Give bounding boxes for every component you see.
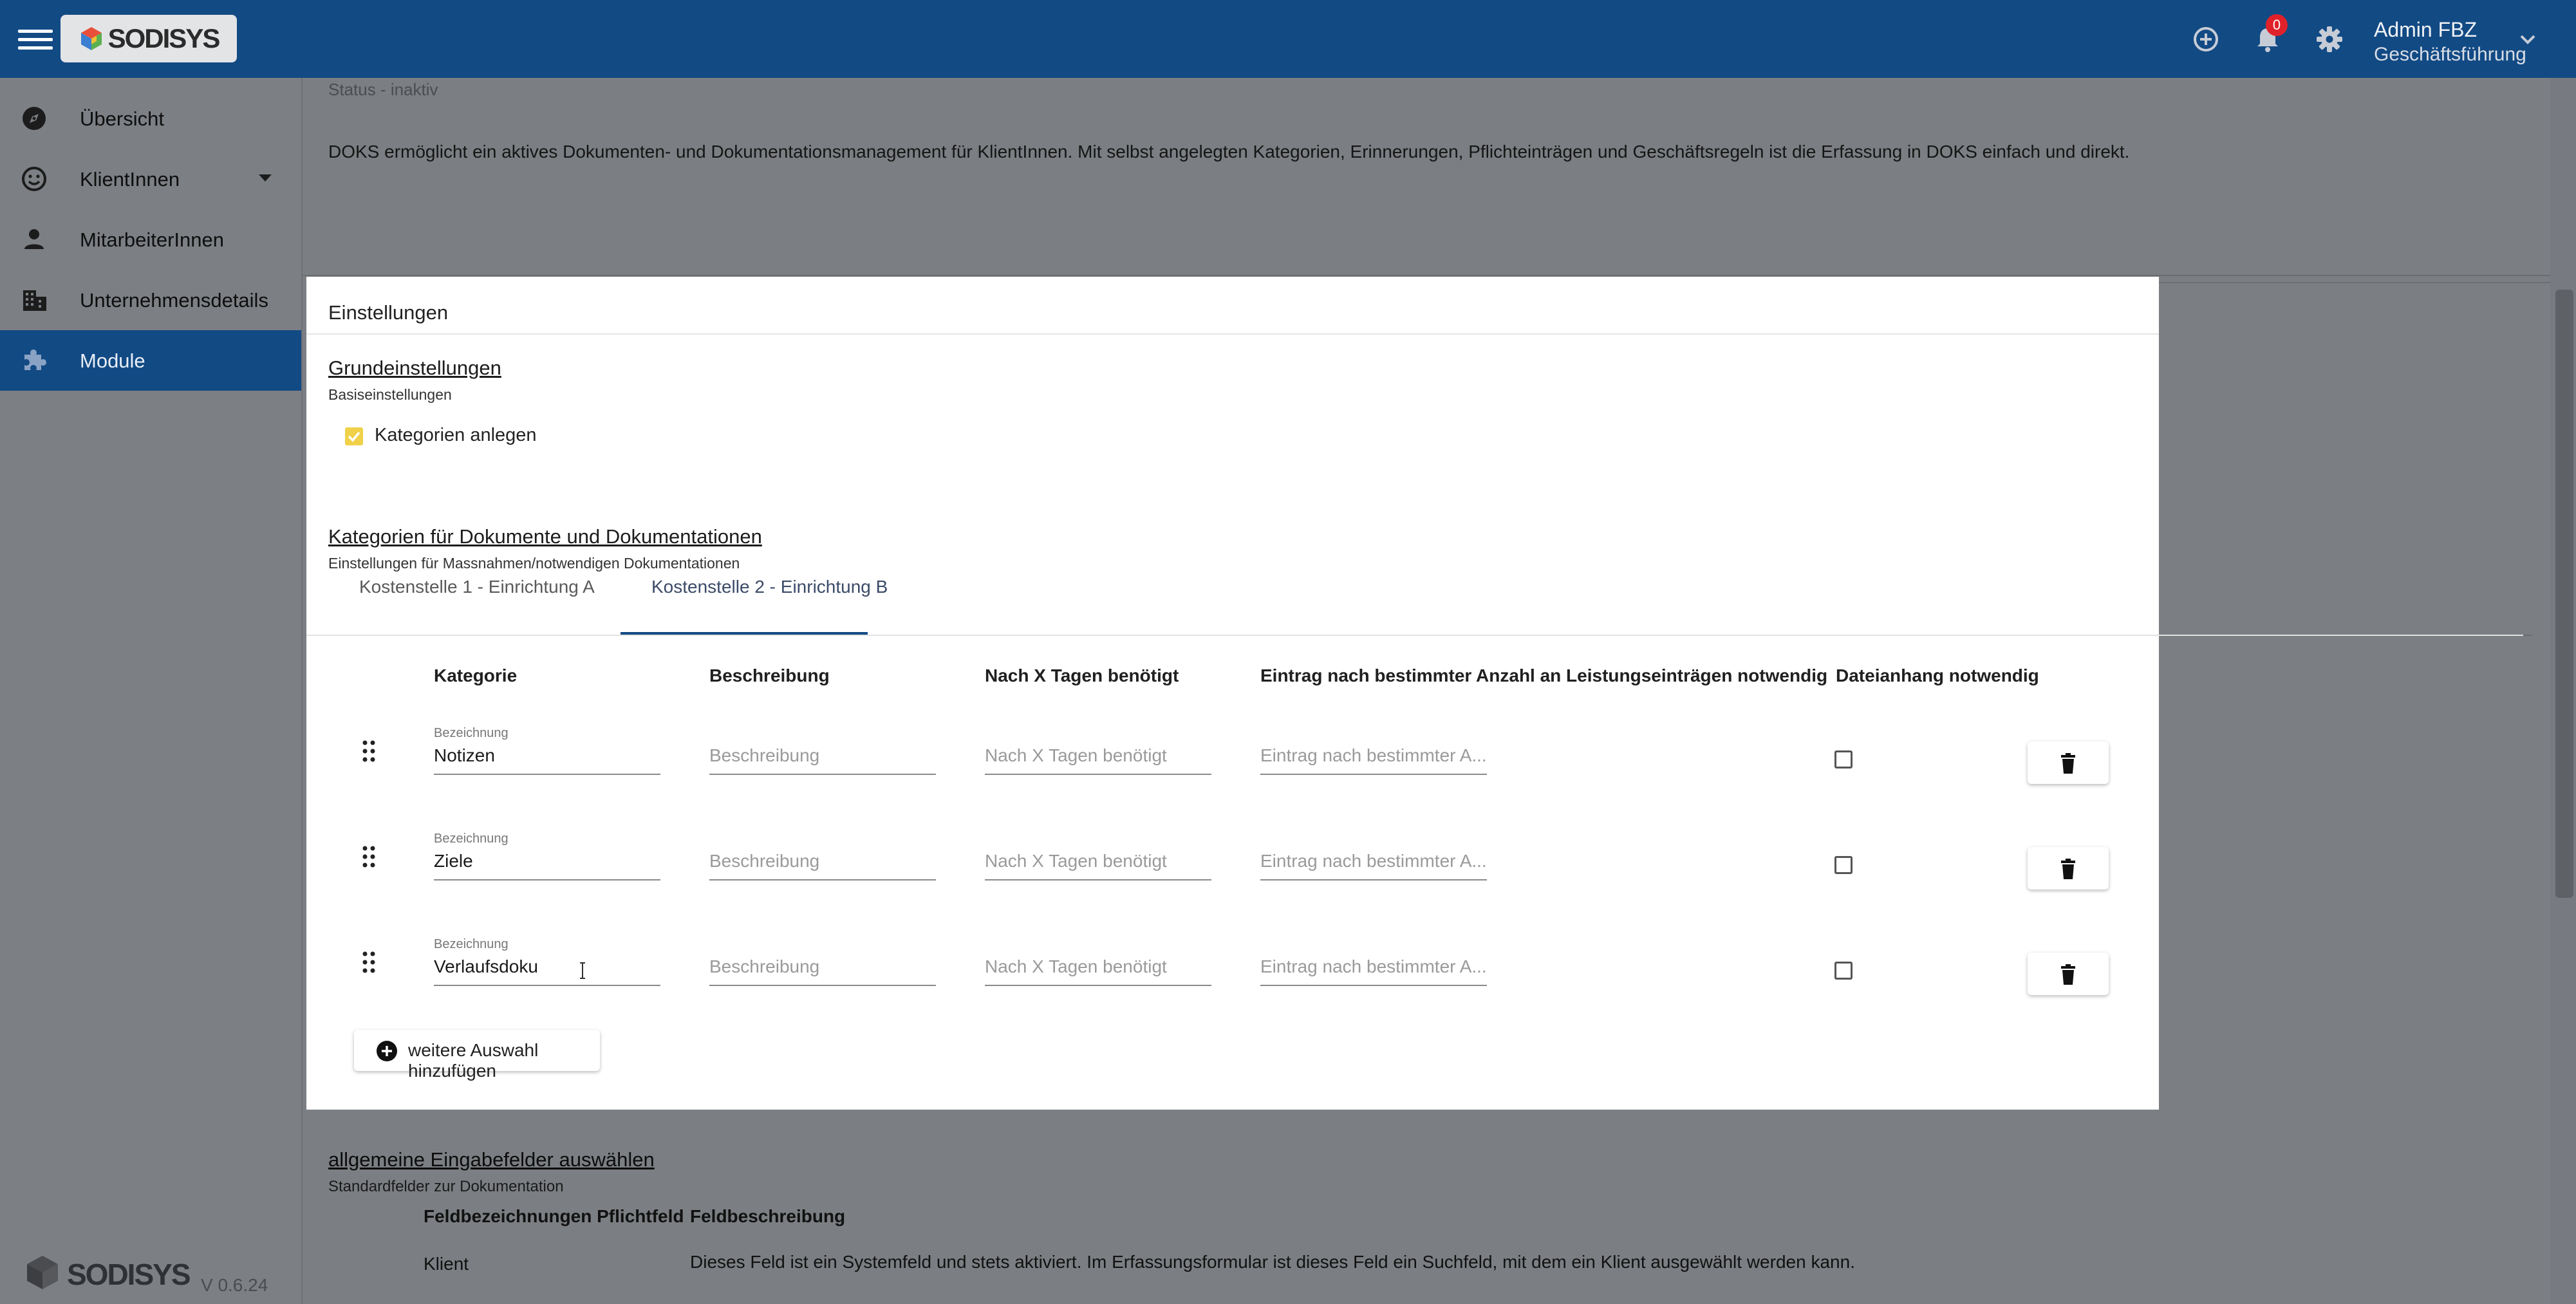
column-header-tage: Nach X Tagen benötigt	[985, 666, 1179, 685]
trash-icon	[2061, 964, 2075, 985]
hamburger-menu-icon[interactable]	[18, 24, 53, 54]
category-name-input[interactable]: Notizen	[434, 745, 660, 775]
divider	[303, 275, 2550, 276]
building-icon	[23, 290, 46, 311]
logo-text: SODISYS	[107, 23, 221, 53]
categories-subtitle: Einstellungen für Massnahmen/notwendigen…	[328, 555, 740, 572]
sidebar-item-label: Unternehmensdetails	[80, 289, 268, 312]
table-cell-field-description: Dieses Feld ist ein Systemfeld und stets…	[690, 1252, 1855, 1272]
tab-kostenstelle-1[interactable]: Kostenstelle 1 - Einrichtung A	[359, 577, 595, 617]
add-circle-icon[interactable]	[2190, 23, 2222, 55]
smiley-icon	[22, 167, 46, 191]
days-input[interactable]: Nach X Tagen benötigt	[985, 956, 1211, 986]
user-name[interactable]: Admin FBZ	[2374, 18, 2477, 42]
categories-title[interactable]: Kategorien für Dokumente und Dokumentati…	[328, 525, 762, 548]
description-input[interactable]: Beschreibung	[709, 745, 936, 775]
sidebar: Übersicht KlientInnen MitarbeiterInnen U…	[0, 78, 303, 1304]
sidebar-item-label: KlientInnen	[80, 168, 180, 191]
sidebar-item-label: Übersicht	[80, 107, 164, 130]
sidebar-item-uebersicht[interactable]: Übersicht	[0, 88, 301, 149]
attachment-required-checkbox[interactable]	[1834, 962, 1853, 980]
divider	[2159, 282, 2550, 283]
sidebar-logo-text: SODISYS	[67, 1258, 191, 1291]
basic-settings-subtitle: Basiseinstellungen	[328, 386, 452, 403]
gear-icon[interactable]	[2313, 23, 2346, 55]
category-name-input[interactable]: Verlaufsdoku	[434, 956, 660, 986]
column-header-field-description: Feldbeschreibung	[690, 1206, 846, 1226]
delete-button[interactable]	[2028, 847, 2109, 890]
dialog-title: Einstellungen	[328, 301, 449, 324]
table-cell-field-name: Klient	[424, 1254, 469, 1274]
column-header-kategorie: Kategorie	[434, 666, 518, 685]
tab-divider	[306, 635, 2523, 636]
module-description: DOKS ermöglicht ein aktives Dokumenten- …	[328, 142, 2130, 162]
tab-kostenstelle-2[interactable]: Kostenstelle 2 - Einrichtung B	[651, 577, 888, 617]
sidebar-item-label: MitarbeiterInnen	[80, 228, 225, 251]
scrollbar-thumb[interactable]	[2555, 290, 2573, 898]
sidebar-item-mitarbeiterinnen[interactable]: MitarbeiterInnen	[0, 209, 301, 270]
sidebar-item-module[interactable]: Module	[0, 330, 301, 391]
column-header-dateianhang: Dateianhang notwendig	[1836, 666, 2039, 685]
version-label: V 0.6.24	[201, 1275, 268, 1295]
compass-icon	[23, 107, 46, 130]
general-fields-title[interactable]: allgemeine Eingabefelder auswählen	[328, 1148, 655, 1171]
notification-badge: 0	[2266, 14, 2288, 36]
chevron-down-icon[interactable]	[2517, 28, 2539, 50]
column-header-beschreibung: Beschreibung	[709, 666, 830, 685]
sidebar-item-label: Module	[80, 349, 145, 372]
general-fields-subtitle: Standardfelder zur Dokumentation	[328, 1178, 564, 1195]
user-role: Geschäftsführung	[2374, 44, 2526, 65]
entries-input[interactable]: Eintrag nach bestimmter A...	[1260, 956, 1487, 986]
delete-button[interactable]	[2028, 953, 2109, 995]
puzzle-icon	[24, 349, 46, 370]
create-categories-checkbox[interactable]	[345, 427, 363, 445]
days-input[interactable]: Nach X Tagen benötigt	[985, 851, 1211, 880]
add-circle-icon	[377, 1041, 397, 1061]
logo-button[interactable]: SODISYS	[61, 15, 237, 62]
field-label: Bezeichnung	[434, 832, 509, 846]
field-label: Bezeichnung	[434, 937, 509, 951]
create-categories-label[interactable]: Kategorien anlegen	[375, 425, 537, 446]
description-input[interactable]: Beschreibung	[709, 851, 936, 880]
field-label: Bezeichnung	[434, 726, 509, 740]
sidebar-item-klientinnen[interactable]: KlientInnen	[0, 149, 301, 209]
category-name-input[interactable]: Ziele	[434, 851, 660, 880]
days-input[interactable]: Nach X Tagen benötigt	[985, 745, 1211, 775]
status-text: Status - inaktiv	[328, 80, 438, 99]
top-app-bar: SODISYS 0 Admin FBZ Geschäftsführung	[0, 0, 2576, 78]
add-selection-button[interactable]: weitere Auswahl hinzufügen	[354, 1030, 600, 1081]
sidebar-item-unternehmensdetails[interactable]: Unternehmensdetails	[0, 270, 301, 330]
entries-input[interactable]: Eintrag nach bestimmter A...	[1260, 745, 1487, 775]
drag-handle-icon[interactable]	[360, 950, 377, 974]
text-cursor-icon	[580, 962, 585, 979]
person-icon	[24, 229, 44, 249]
column-header-eintrag: Eintrag nach bestimmter Anzahl an Leistu…	[1260, 666, 1828, 685]
basic-settings-title[interactable]: Grundeinstellungen	[328, 357, 501, 380]
description-input[interactable]: Beschreibung	[709, 956, 936, 986]
caret-down-icon[interactable]	[259, 174, 272, 182]
drag-handle-icon[interactable]	[360, 739, 377, 763]
drag-handle-icon[interactable]	[360, 844, 377, 869]
divider	[306, 333, 2159, 335]
settings-dialog: Einstellungen Grundeinstellungen Basisei…	[306, 277, 2523, 1110]
column-header-required-field: Feldbezeichnungen Pflichtfeld	[424, 1206, 684, 1226]
add-selection-label: weitere Auswahl hinzufügen	[408, 1040, 539, 1081]
delete-button[interactable]	[2028, 741, 2109, 784]
attachment-required-checkbox[interactable]	[1834, 750, 1853, 768]
sodisys-logo-icon	[27, 1256, 58, 1289]
trash-icon	[2061, 859, 2075, 879]
sodisys-cube-icon	[80, 27, 102, 50]
attachment-required-checkbox[interactable]	[1834, 856, 1853, 874]
checkmark-icon	[348, 431, 360, 442]
trash-icon	[2061, 753, 2075, 774]
entries-input[interactable]: Eintrag nach bestimmter A...	[1260, 851, 1487, 880]
